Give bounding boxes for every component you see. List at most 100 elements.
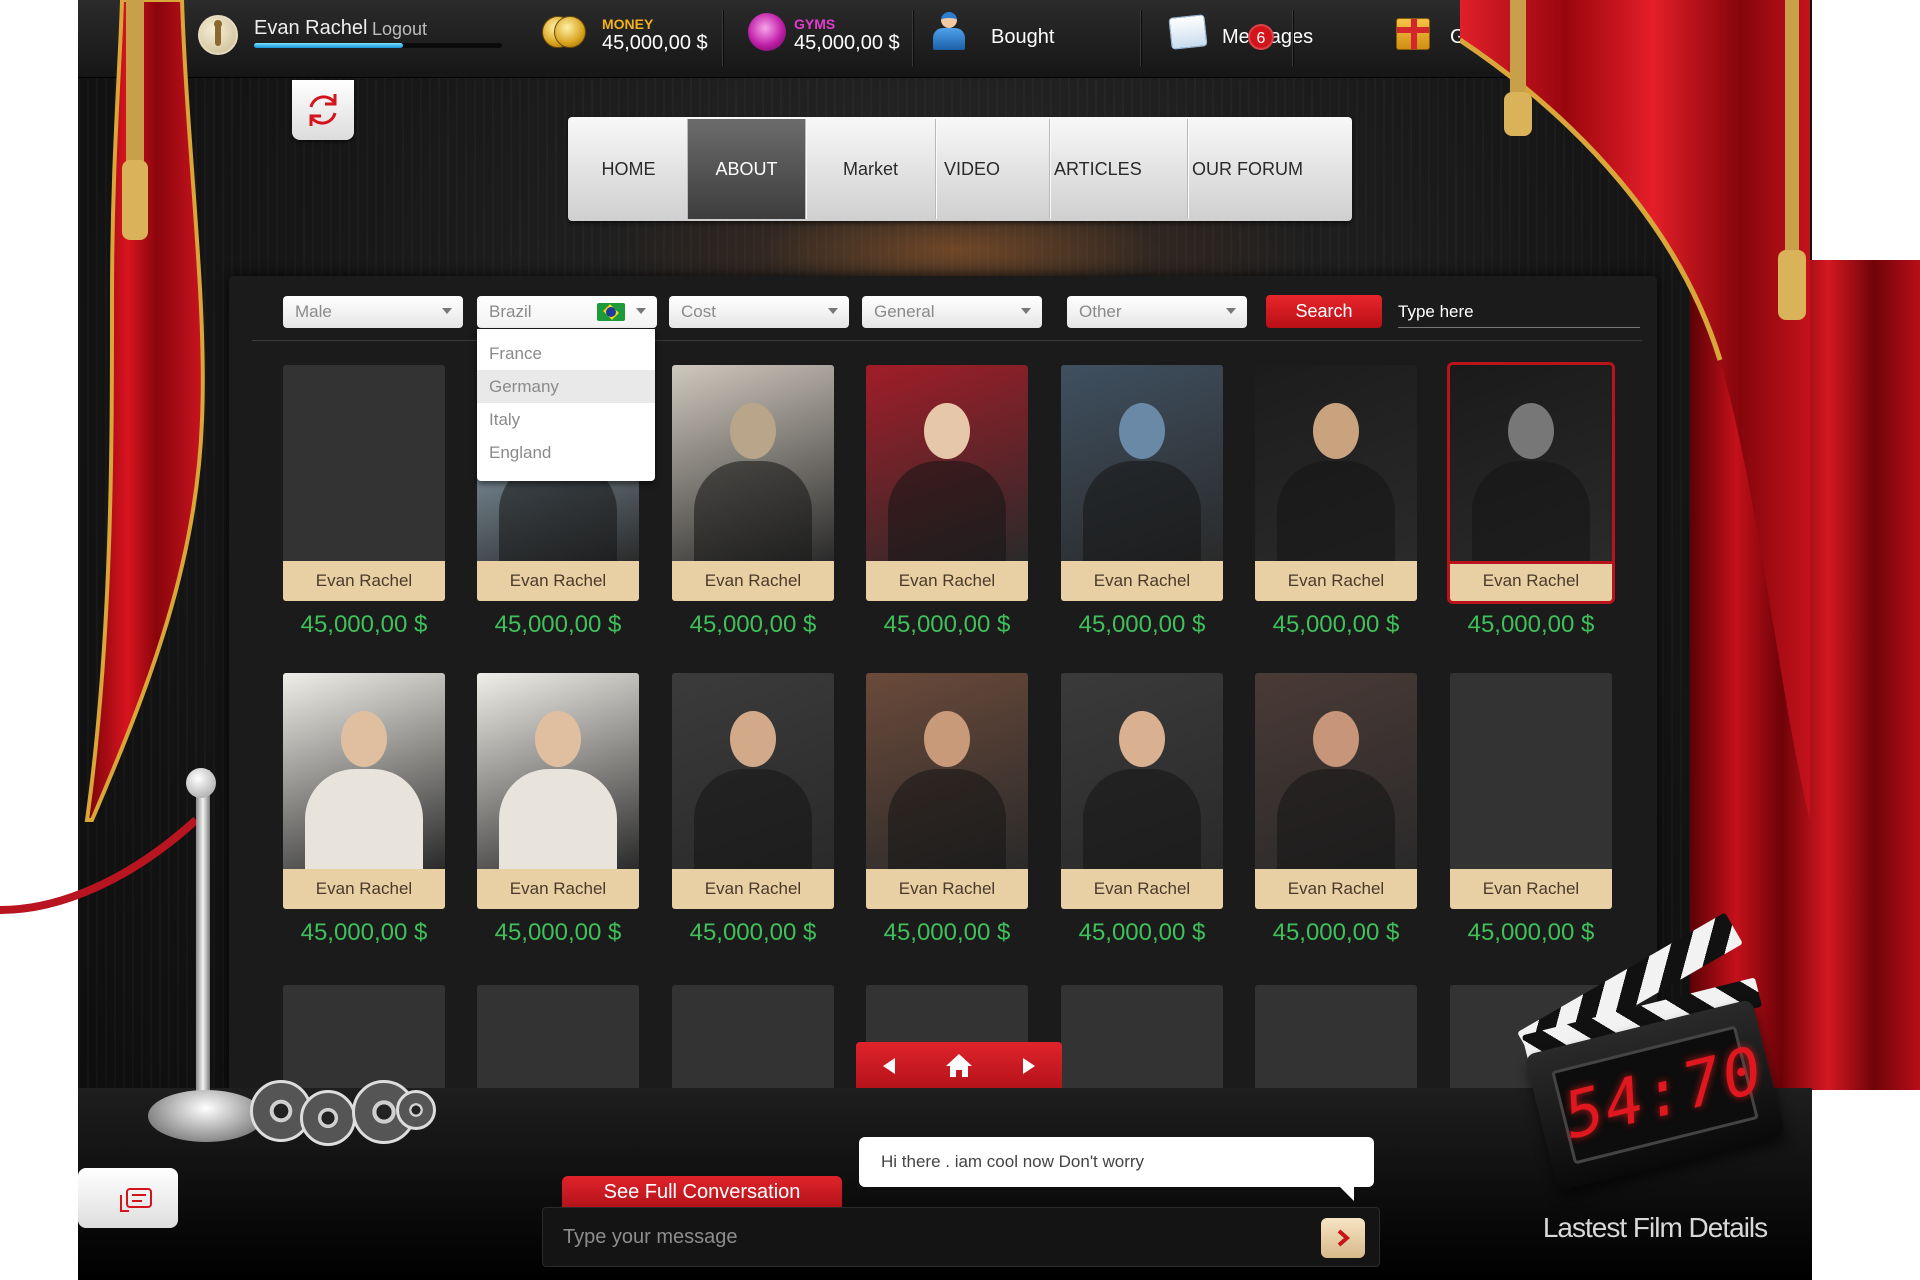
profile-card[interactable]: Evan Rachel 45,000,00 $ <box>1061 673 1223 947</box>
latest-film-details-link[interactable]: Lastest Film Details <box>1540 1212 1770 1244</box>
stanchion-base <box>148 1090 264 1142</box>
profile-card[interactable]: Evan Rachel 45,000,00 $ <box>283 365 445 639</box>
profile-price: 45,000,00 $ <box>494 919 622 946</box>
send-button[interactable] <box>1321 1218 1365 1258</box>
menu-item-market[interactable]: Market <box>806 119 936 219</box>
profile-name: Evan Rachel <box>672 869 834 909</box>
refresh-button[interactable] <box>292 80 354 140</box>
profile-price: 45,000,00 $ <box>1078 611 1206 638</box>
category-select-value: General <box>874 302 935 321</box>
profile-photo[interactable] <box>866 365 1028 561</box>
profile-card[interactable]: Evan Rachel 45,000,00 $ <box>477 673 639 947</box>
profile-card-placeholder[interactable] <box>1255 985 1417 1089</box>
next-page-button[interactable] <box>998 1042 1058 1090</box>
top-bar: Evan Rachel Logout MONEY 45,000,00 $ GYM… <box>78 0 1568 78</box>
menu-item-our-forum[interactable]: OUR FORUM <box>1188 119 1348 219</box>
profile-name: Evan Rachel <box>1255 869 1417 909</box>
country-option-france[interactable]: France <box>477 337 655 370</box>
profile-card[interactable]: Evan Rachel 45,000,00 $ <box>672 365 834 639</box>
chevron-left-icon <box>883 1058 895 1074</box>
profile-photo[interactable] <box>866 673 1028 869</box>
menu-item-home[interactable]: HOME <box>570 119 688 219</box>
profile-card[interactable]: Evan Rachel 45,000,00 $ <box>672 673 834 947</box>
profile-price: 45,000,00 $ <box>300 919 428 946</box>
home-page-button[interactable] <box>929 1042 989 1090</box>
message-input[interactable] <box>563 1222 1263 1252</box>
brazil-flag-icon <box>597 303 625 321</box>
profile-name: Evan Rachel <box>477 869 639 909</box>
profile-price: 45,000,00 $ <box>689 919 817 946</box>
menu-item-video[interactable]: VIDEO <box>936 119 1050 219</box>
gem-icon <box>748 13 786 51</box>
profile-card-placeholder[interactable] <box>283 985 445 1089</box>
profile-card[interactable]: Evan Rachel 45,000,00 $ <box>1255 673 1417 947</box>
other-select[interactable]: Other <box>1067 296 1247 328</box>
menu-item-label: HOME <box>601 158 656 179</box>
profile-photo[interactable] <box>672 365 834 561</box>
curtain-left <box>84 0 205 822</box>
chat-button[interactable] <box>78 1168 178 1228</box>
profile-price: 45,000,00 $ <box>1467 919 1595 946</box>
category-select[interactable]: General <box>862 296 1042 328</box>
messages-count-badge: 6 <box>1248 24 1274 50</box>
profile-card-placeholder[interactable] <box>1061 985 1223 1089</box>
profile-card[interactable]: Evan Rachel 45,000,00 $ <box>866 365 1028 639</box>
profile-name: Evan Rachel <box>1255 561 1417 601</box>
prev-page-button[interactable] <box>860 1042 920 1090</box>
profile-photo[interactable] <box>1061 365 1223 561</box>
menu-item-label: ARTICLES <box>1054 158 1142 179</box>
envelope-icon <box>1168 14 1208 50</box>
country-option-england[interactable]: England <box>477 436 655 469</box>
person-head <box>535 711 581 767</box>
profile-photo[interactable] <box>1255 673 1417 869</box>
main-menu: HOME ABOUT Market VIDEO ARTICLES OUR FOR… <box>568 117 1352 221</box>
profile-price: 45,000,00 $ <box>494 611 622 638</box>
person-silhouette <box>694 769 812 869</box>
filter-divider <box>252 340 1642 341</box>
menu-item-articles[interactable]: ARTICLES <box>1050 119 1188 219</box>
profile-photo[interactable] <box>672 673 834 869</box>
menu-item-label: VIDEO <box>944 158 1001 179</box>
country-select[interactable]: Brazil <box>477 296 657 328</box>
person-silhouette <box>1277 769 1395 869</box>
profile-card-placeholder[interactable] <box>672 985 834 1089</box>
profile-photo[interactable] <box>283 673 445 869</box>
menu-item-label: ABOUT <box>715 158 778 179</box>
stage: Evan Rachel Logout MONEY 45,000,00 $ GYM… <box>0 0 1920 1280</box>
home-icon <box>946 1054 972 1077</box>
profile-card[interactable]: Evan Rachel 45,000,00 $ <box>283 673 445 947</box>
person-head <box>341 711 387 767</box>
chat-icon <box>120 1188 152 1212</box>
profile-card[interactable]: Evan Rachel 45,000,00 $ <box>866 673 1028 947</box>
country-select-value: Brazil <box>489 302 532 321</box>
gyms-label: GYMS <box>794 16 836 32</box>
person-silhouette <box>1083 769 1201 869</box>
profile-price: 45,000,00 $ <box>883 611 1011 638</box>
chevron-down-icon <box>442 308 452 314</box>
profile-photo[interactable] <box>477 673 639 869</box>
see-full-conversation-button[interactable]: See Full Conversation <box>562 1176 842 1208</box>
profile-price: 45,000,00 $ <box>300 611 428 638</box>
gender-select[interactable]: Male <box>283 296 463 328</box>
profile-name: Evan Rachel <box>1450 869 1612 909</box>
person-head <box>924 711 970 767</box>
profile-photo[interactable] <box>1061 673 1223 869</box>
profile-photo[interactable] <box>283 365 445 561</box>
bought-link[interactable]: Bought <box>991 26 1054 49</box>
refresh-icon <box>309 94 337 126</box>
country-option-germany[interactable]: Germany <box>477 370 655 403</box>
profile-card[interactable]: Evan Rachel 45,000,00 $ <box>1061 365 1223 639</box>
gyms-value: 45,000,00 $ <box>794 32 900 54</box>
profile-photo[interactable] <box>1255 365 1417 561</box>
profile-name: Evan Rachel <box>283 869 445 909</box>
profile-card[interactable]: Evan Rachel 45,000,00 $ <box>1255 365 1417 639</box>
logout-link[interactable]: Logout <box>372 19 427 40</box>
country-option-italy[interactable]: Italy <box>477 403 655 436</box>
chevron-right-icon <box>1023 1058 1035 1074</box>
chevron-down-icon <box>828 308 838 314</box>
person-silhouette <box>499 769 617 869</box>
profile-card-placeholder[interactable] <box>477 985 639 1089</box>
menu-item-about[interactable]: ABOUT <box>688 119 806 219</box>
cost-select[interactable]: Cost <box>669 296 849 328</box>
search-button[interactable]: Search <box>1266 295 1382 328</box>
